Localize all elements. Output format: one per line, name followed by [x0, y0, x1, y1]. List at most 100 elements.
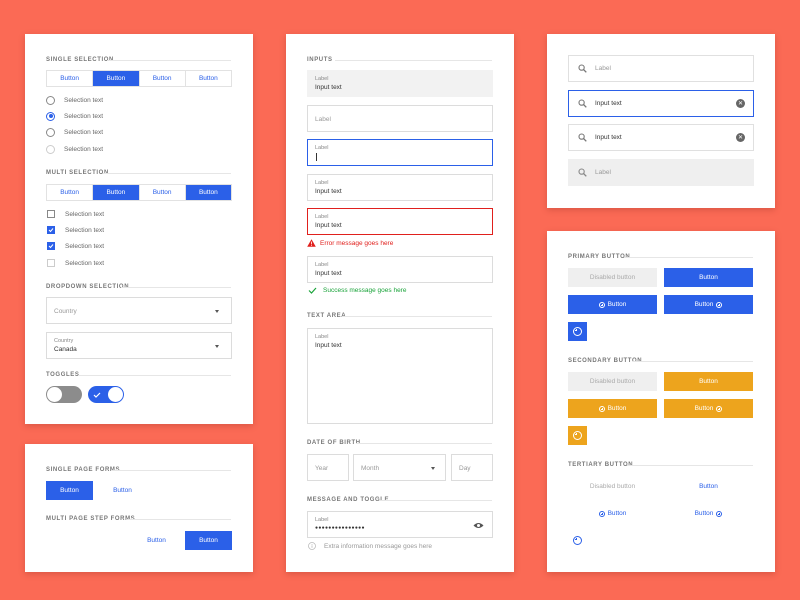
dropdown-placeholder: Country	[54, 308, 77, 315]
radio-label: Selection text	[64, 96, 104, 104]
primary-button[interactable]: Button	[664, 268, 753, 287]
toggles-title: TOGGLES	[46, 372, 80, 378]
toggle-off[interactable]	[46, 386, 82, 403]
toggle-on[interactable]	[88, 386, 124, 403]
radio-label: Selection text	[64, 112, 104, 120]
error-message: Error message goes here	[307, 239, 393, 247]
button-label: Button	[694, 510, 714, 517]
primary-icon-left-button[interactable]: Button	[568, 295, 657, 314]
checkbox[interactable]	[47, 210, 55, 218]
date-of-birth-title: DATE OF BIRTH	[307, 440, 361, 446]
add-circle-icon	[598, 301, 605, 308]
segment-button[interactable]: Button	[186, 71, 231, 86]
tertiary-icon-button[interactable]	[568, 531, 587, 550]
button-label: Button	[607, 405, 627, 412]
chevron-down-icon	[215, 345, 219, 348]
radio-button-selected[interactable]	[46, 111, 55, 121]
checkbox-option-disabled: Selection text	[47, 257, 104, 269]
add-circle-icon	[598, 510, 605, 517]
search-input-filled[interactable]: Input text ✕	[568, 124, 754, 151]
checkbox-label: Selection text	[65, 210, 105, 218]
radio-button-disabled	[46, 144, 55, 154]
search-input-focused[interactable]: Input text ✕	[568, 90, 754, 117]
secondary-icon-right-button[interactable]: Button	[664, 399, 753, 418]
success-message-text: Success message goes here	[323, 287, 407, 294]
info-message: Extra information message goes here	[308, 542, 432, 550]
tertiary-button[interactable]: Button	[664, 477, 753, 496]
clear-icon[interactable]: ✕	[736, 133, 745, 142]
radio-button[interactable]	[46, 95, 55, 105]
password-field[interactable]: Label ●●●●●●●●●●●●●●●	[307, 511, 493, 538]
input-label: Label	[315, 76, 329, 82]
input-empty-field[interactable]: Label	[307, 105, 493, 132]
eye-icon[interactable]	[473, 522, 484, 529]
step-form-next-button[interactable]: Button	[185, 531, 232, 550]
input-label: Label	[315, 180, 329, 186]
input-label: Label	[315, 262, 329, 268]
input-error-field[interactable]: Label Input text	[307, 208, 493, 235]
checkbox-checked[interactable]	[47, 242, 55, 250]
add-circle-icon	[573, 327, 582, 336]
secondary-icon-button[interactable]	[568, 426, 587, 445]
textarea-value: Input text	[315, 342, 342, 349]
dob-year-placeholder: Year	[315, 465, 329, 472]
segment-button[interactable]: Button	[140, 185, 186, 200]
add-circle-icon	[573, 536, 582, 545]
country-dropdown-empty[interactable]: Country	[46, 297, 232, 324]
radio-option[interactable]: Selection text	[46, 94, 103, 106]
radio-option[interactable]: Selection text	[46, 110, 103, 122]
tertiary-icon-right-button[interactable]: Button	[664, 504, 753, 523]
single-form-secondary-button[interactable]: Button	[99, 481, 146, 500]
segment-button[interactable]: Button	[47, 185, 94, 200]
single-form-primary-button[interactable]: Button	[46, 481, 93, 500]
info-icon	[308, 542, 316, 550]
single-page-forms-title: SINGLE PAGE FORMS	[46, 467, 121, 473]
step-form-back-button[interactable]: Button	[133, 531, 180, 550]
dob-month-placeholder: Month	[361, 465, 380, 472]
radio-option[interactable]: Selection text	[46, 126, 103, 138]
input-value: Input text	[315, 270, 342, 277]
text-area-title: TEXT AREA	[307, 313, 347, 319]
checkbox-option[interactable]: Selection text	[47, 224, 104, 236]
inputs-card: INPUTS Label Input text Label Label Labe…	[286, 34, 514, 572]
success-message: Success message goes here	[308, 287, 406, 294]
search-input-placeholder[interactable]: Label	[568, 55, 754, 82]
checkbox-option[interactable]: Selection text	[47, 208, 104, 220]
segment-button-active[interactable]: Button	[185, 185, 231, 200]
password-label: Label	[315, 517, 329, 523]
segment-button[interactable]: Button	[140, 71, 186, 86]
checkbox-label: Selection text	[65, 242, 105, 250]
segment-button[interactable]: Button	[47, 71, 94, 86]
dob-day-field[interactable]: Day	[451, 454, 493, 481]
segment-button-active[interactable]: Button	[93, 185, 140, 200]
input-success-field[interactable]: Label Input text	[307, 256, 493, 283]
segment-button-active[interactable]: Button	[93, 71, 140, 86]
input-filled-field[interactable]: Label Input text	[307, 70, 493, 97]
input-placeholder: Label	[315, 116, 331, 123]
dob-year-field[interactable]: Year	[307, 454, 349, 481]
button-label: Button	[607, 301, 627, 308]
input-normal-field[interactable]: Label Input text	[307, 174, 493, 201]
text-area[interactable]: Label Input text	[307, 328, 493, 424]
password-value: ●●●●●●●●●●●●●●●	[315, 525, 365, 531]
country-dropdown-filled[interactable]: Country Canada	[46, 332, 232, 359]
primary-icon-right-button[interactable]: Button	[664, 295, 753, 314]
dob-month-dropdown[interactable]: Month	[353, 454, 446, 481]
search-card: Label Input text ✕ Input text ✕ Label	[547, 34, 775, 208]
buttons-card: PRIMARY BUTTON Disabled button Button Bu…	[547, 231, 775, 572]
clear-icon[interactable]: ✕	[736, 99, 745, 108]
tertiary-disabled-button: Disabled button	[589, 483, 636, 490]
dropdown-selection-title: DROPDOWN SELECTION	[46, 284, 130, 290]
secondary-icon-left-button[interactable]: Button	[568, 399, 657, 418]
check-icon	[93, 392, 101, 398]
tertiary-icon-left-button[interactable]: Button	[568, 504, 657, 523]
secondary-button[interactable]: Button	[664, 372, 753, 391]
primary-disabled-button: Disabled button	[568, 268, 657, 287]
checkbox-checked[interactable]	[47, 226, 55, 234]
radio-button[interactable]	[46, 127, 55, 137]
checkbox-option[interactable]: Selection text	[47, 240, 104, 252]
primary-icon-button[interactable]	[568, 322, 587, 341]
search-icon	[578, 64, 587, 73]
input-focused-field[interactable]: Label	[307, 139, 493, 166]
secondary-button-title: SECONDARY BUTTON	[568, 358, 643, 364]
